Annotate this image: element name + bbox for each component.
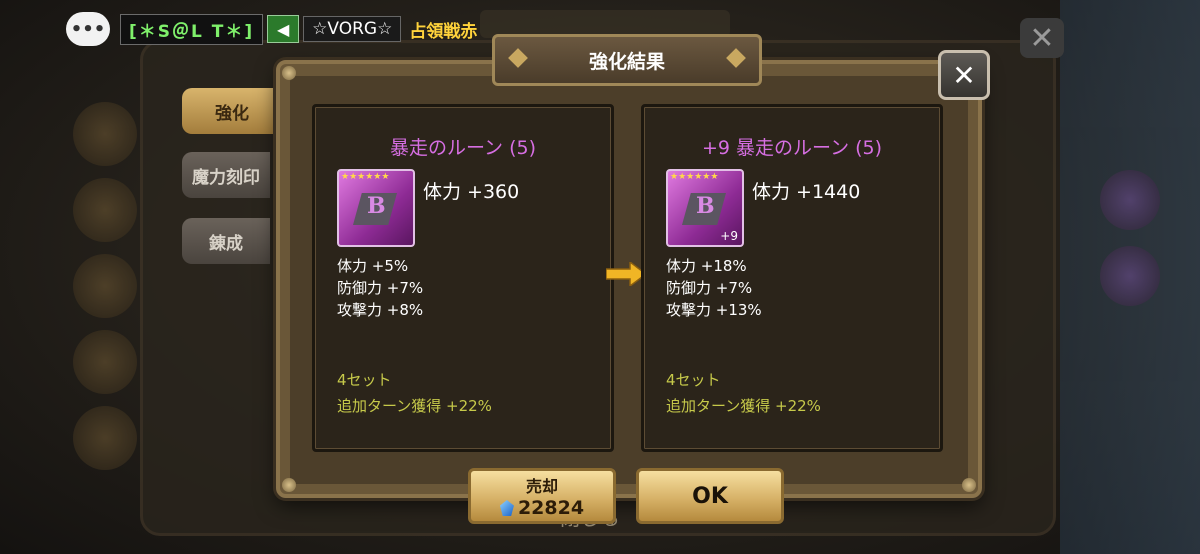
ok-button[interactable]: OK [636,468,784,524]
tab-craft[interactable]: 錬成 [182,218,270,264]
background-icon [73,178,137,242]
corner-rivet [282,66,296,80]
corner-rivet [282,478,296,492]
swc-live-icon[interactable] [1100,246,1160,306]
rune-icon: ★★★★★★ B +9 [666,169,744,247]
sell-price: 22824 [499,497,585,519]
occupy-message[interactable]: 占領戦赤 [409,17,477,42]
background-close-icon[interactable]: ✕ [1020,18,1064,58]
set-count: 4セット [337,371,392,389]
guild-tag[interactable]: [＊S＠L T＊] [120,13,264,45]
rune-grade-letter: B [696,193,715,219]
background-icon [73,330,137,394]
set-effect: 追加ターン獲得 +22% [666,397,821,415]
sub-stat: 体力 +18% [666,257,747,275]
background-left-icons [60,90,150,530]
rune-name: +9 暴走のルーン (5) [701,137,883,159]
event-icon[interactable] [1100,170,1160,230]
megaphone-icon[interactable]: ◀ [267,15,300,43]
background-right-icons [1060,0,1200,554]
crystal-icon [499,500,514,516]
sub-stat: 攻撃力 +13% [666,301,762,319]
corner-rivet [962,478,976,492]
rune-before-card: 暴走のルーン (5) ★★★★★★ B 体力 +360 体力 +5% 防御力 +… [312,104,614,452]
dialog-title-bar: 強化結果 [492,34,762,86]
top-chat-bar: ••• [＊S＠L T＊] ◀ ☆VORG☆ 占領戦赤 [66,12,477,46]
rune-after-card: +9 暴走のルーン (5) ★★★★★★ B +9 体力 +1440 体力 +1… [641,104,943,452]
tab-enhance[interactable]: 強化 [182,88,282,134]
sub-stat: 攻撃力 +8% [337,301,424,319]
set-count: 4セット [666,371,721,389]
diamond-ornament-icon [508,48,528,68]
sub-stat: 防御力 +7% [337,279,424,297]
rune-name: 暴走のルーン (5) [389,137,536,159]
star-rating: ★★★★★★ [341,172,390,182]
tab-engrave[interactable]: 魔力刻印 [182,152,270,198]
background-icon [73,254,137,318]
sell-button[interactable]: 売却 22824 [468,468,616,524]
background-icon [73,406,137,470]
chat-bubble-icon[interactable]: ••• [66,12,110,46]
set-effect: 追加ターン獲得 +22% [337,397,492,415]
sell-label: 売却 [525,477,558,496]
diamond-ornament-icon [726,48,746,68]
sub-stat: 防御力 +7% [666,279,753,297]
close-button[interactable]: ✕ [938,50,990,100]
main-stat: 体力 +360 [423,181,520,203]
sub-stat: 体力 +5% [337,257,409,275]
player-tag[interactable]: ☆VORG☆ [303,16,402,42]
arrow-right-icon [606,262,646,286]
rune-icon: ★★★★★★ B [337,169,415,247]
background-icon [73,102,137,166]
dialog-title: 強化結果 [588,50,665,73]
rune-level-badge: +9 [720,229,738,243]
sell-price-value: 22824 [517,497,585,519]
star-rating: ★★★★★★ [670,172,719,182]
main-stat: 体力 +1440 [752,181,861,203]
rune-grade-letter: B [367,193,386,219]
